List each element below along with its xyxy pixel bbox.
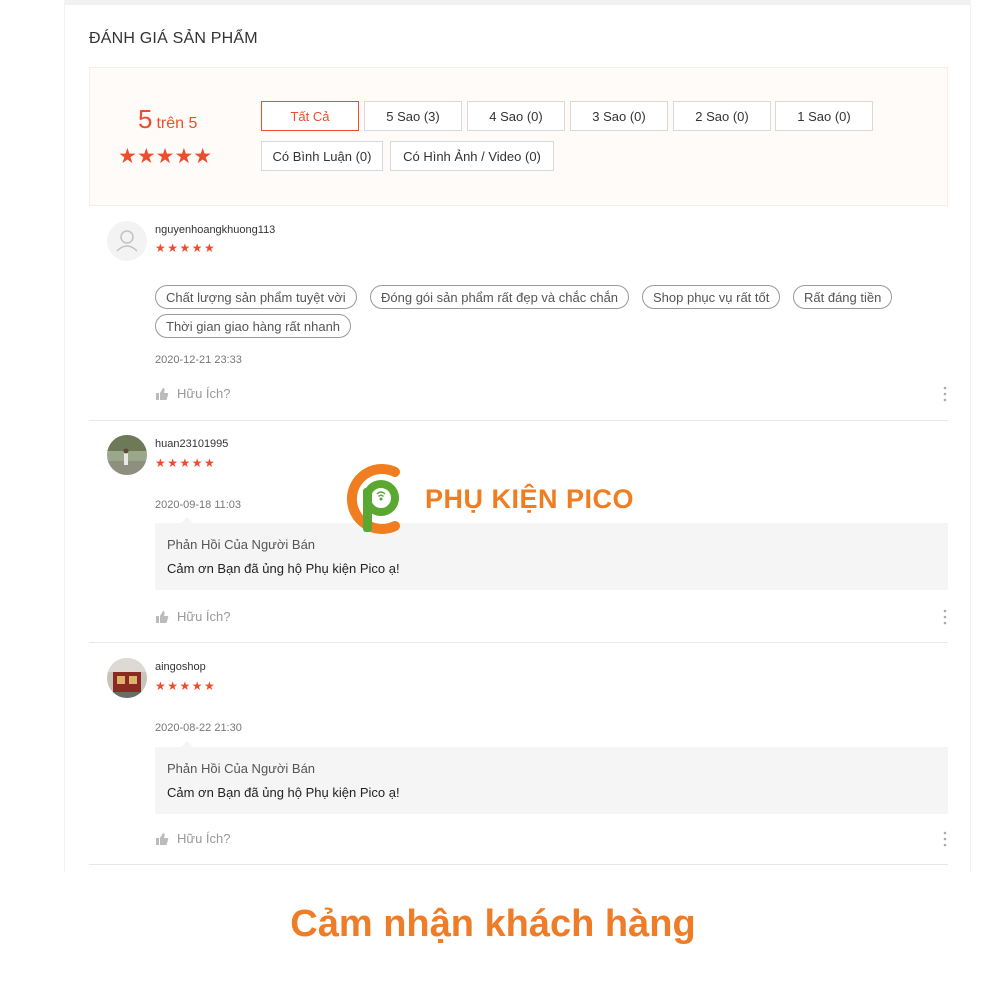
pico-logo-icon	[347, 464, 400, 534]
seller-reply-text: Cảm ơn Bạn đã ủng hộ Phụ kiện Pico ạ!	[167, 785, 400, 800]
thumbs-up-icon	[156, 387, 169, 400]
rating-overview: 5 trên 5 ★★★★★ Tất Cả 5 Sao (3) 4 Sao (0)…	[89, 67, 948, 206]
seller-reply: Phản Hồi Của Người Bán Cảm ơn Bạn đã ủng…	[155, 741, 948, 814]
default-user-icon	[107, 221, 147, 261]
seller-reply-text: Cảm ơn Bạn đã ủng hộ Phụ kiện Pico ạ!	[167, 561, 400, 576]
seller-reply-title: Phản Hồi Của Người Bán	[167, 537, 316, 552]
review-item: aingoshop ★★★★★ 2020-08-22 21:30 Phản Hồ…	[89, 643, 948, 865]
review-item: nguyenhoangkhuong113 ★★★★★ Chất lượng sả…	[89, 207, 948, 421]
score-suffix: trên 5	[156, 115, 198, 132]
filter-with-media-button[interactable]: Có Hình Ảnh / Video (0)	[390, 141, 554, 171]
avatar[interactable]	[107, 435, 147, 475]
filter-2-star-button[interactable]: 2 Sao (0)	[673, 101, 771, 131]
review-tag: Đóng gói sản phẩm rất đẹp và chắc chắn	[370, 285, 630, 309]
more-options-icon[interactable]	[942, 831, 948, 847]
score-value: 5	[138, 104, 153, 134]
avatar[interactable]	[107, 221, 147, 261]
more-options-icon[interactable]	[942, 386, 948, 402]
overall-stars: ★★★★★	[118, 145, 213, 168]
more-options-icon[interactable]	[942, 609, 948, 625]
helpful-button[interactable]: Hữu Ích?	[155, 831, 231, 846]
review-date: 2020-12-21 23:33	[155, 354, 242, 366]
review-username[interactable]: aingoshop	[155, 661, 206, 673]
top-divider	[65, 0, 970, 5]
helpful-button[interactable]: Hữu Ích?	[155, 386, 231, 401]
shop-photo-icon	[107, 658, 147, 698]
rating-score: 5 trên 5	[138, 104, 197, 135]
review-username[interactable]: huan23101995	[155, 438, 228, 450]
review-stars: ★★★★★	[155, 456, 217, 470]
user-photo-icon	[107, 435, 147, 475]
filter-3-star-button[interactable]: 3 Sao (0)	[570, 101, 668, 131]
brand-name: PHỤ KIỆN PICO	[425, 483, 635, 514]
brand-watermark: PHỤ KIỆN PICO	[343, 460, 634, 538]
review-tag: Rất đáng tiền	[793, 285, 893, 309]
seller-reply-title: Phản Hồi Của Người Bán	[167, 761, 316, 776]
helpful-label: Hữu Ích?	[177, 386, 231, 401]
helpful-label: Hữu Ích?	[177, 609, 231, 624]
review-date: 2020-09-18 11:03	[155, 499, 242, 511]
review-username[interactable]: nguyenhoangkhuong113	[155, 224, 275, 236]
review-tag: Chất lượng sản phẩm tuyệt vời	[155, 285, 357, 309]
filter-all-button[interactable]: Tất Cả	[261, 101, 359, 131]
avatar[interactable]	[107, 658, 147, 698]
review-stars: ★★★★★	[155, 679, 217, 693]
review-stars: ★★★★★	[155, 241, 217, 255]
review-tags: Chất lượng sản phẩm tuyệt vời Đóng gói s…	[155, 285, 925, 341]
section-title: ĐÁNH GIÁ SẢN PHẨM	[89, 30, 258, 47]
filter-1-star-button[interactable]: 1 Sao (0)	[775, 101, 873, 131]
review-tag: Shop phục vụ rất tốt	[642, 285, 781, 309]
review-date: 2020-08-22 21:30	[155, 722, 242, 734]
helpful-button[interactable]: Hữu Ích?	[155, 609, 231, 624]
thumbs-up-icon	[156, 832, 169, 845]
review-tag: Thời gian giao hàng rất nhanh	[155, 314, 352, 338]
filter-with-comments-button[interactable]: Có Bình Luận (0)	[261, 141, 383, 171]
reply-pointer	[181, 741, 193, 747]
filter-5-star-button[interactable]: 5 Sao (3)	[364, 101, 462, 131]
product-reviews-panel: ĐÁNH GIÁ SẢN PHẨM 5 trên 5 ★★★★★ Tất Cả 5…	[64, 0, 971, 872]
thumbs-up-icon	[156, 610, 169, 623]
reply-pointer	[181, 517, 193, 523]
helpful-label: Hữu Ích?	[177, 831, 231, 846]
filter-4-star-button[interactable]: 4 Sao (0)	[467, 101, 565, 131]
caption-title: Cảm nhận khách hàng	[290, 903, 696, 945]
